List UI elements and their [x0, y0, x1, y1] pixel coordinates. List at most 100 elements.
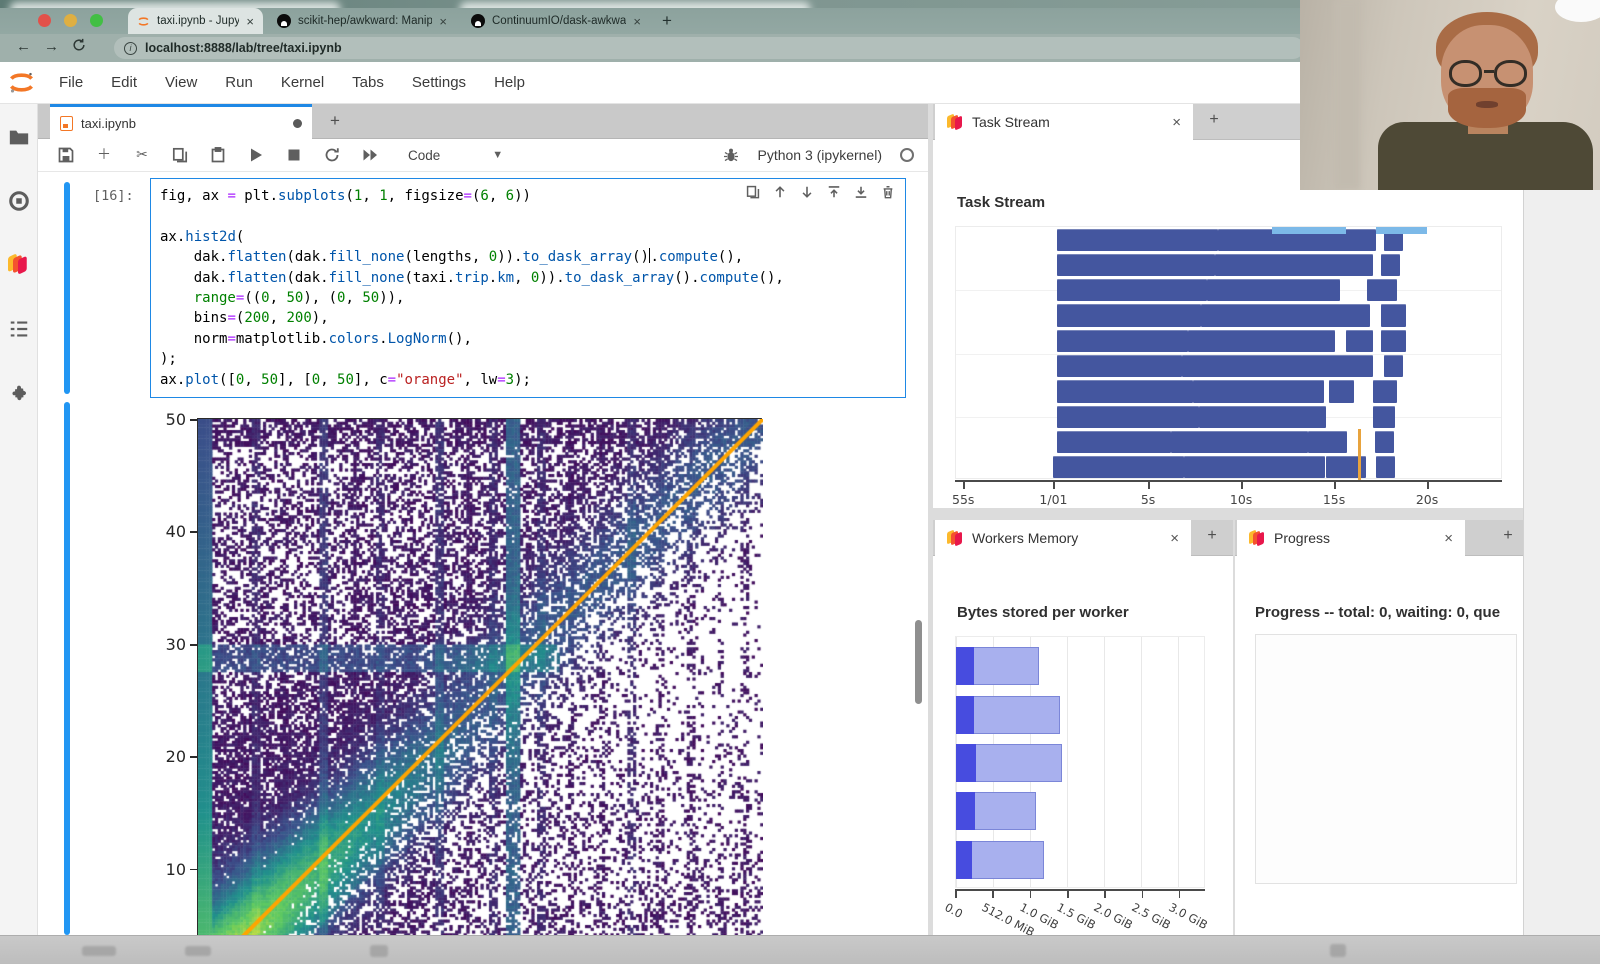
close-panel-icon[interactable]: × — [1172, 115, 1181, 130]
new-panel-button[interactable]: + — [1201, 527, 1223, 545]
worker-memory-bar — [956, 841, 1204, 879]
close-tab-icon[interactable]: × — [633, 15, 641, 28]
code-line: fig, ax = plt.subplots(1, 1, figsize=(6,… — [160, 186, 784, 206]
site-info-icon[interactable]: i — [124, 42, 137, 55]
task-bar — [1207, 279, 1341, 301]
y-tick-label: 10 — [146, 860, 186, 879]
notebook-scrollbar-thumb[interactable] — [915, 620, 922, 704]
menu-file[interactable]: File — [45, 74, 97, 91]
x-tick-label: 3.0 GiB — [1166, 900, 1210, 932]
notebook-tab[interactable]: taxi.ipynb — [50, 104, 312, 139]
browser-tab-awkward[interactable]: scikit-hep/awkward: Manipulat × — [268, 8, 456, 34]
menu-help[interactable]: Help — [480, 74, 539, 91]
task-bar — [1201, 304, 1370, 326]
table-of-contents-icon[interactable] — [8, 318, 30, 340]
close-tab-icon[interactable]: × — [439, 15, 447, 28]
save-icon[interactable] — [58, 147, 74, 163]
task-stream-row — [956, 279, 1501, 301]
delete-cell-icon[interactable] — [881, 185, 895, 199]
task-bar — [1057, 380, 1193, 402]
task-bar — [1057, 304, 1201, 326]
cell-prompt: [16]: — [93, 188, 134, 204]
task-bar — [1381, 254, 1400, 276]
x-tick-label: 55s — [952, 492, 974, 507]
webcam-overlay — [1300, 0, 1600, 190]
move-cell-up-icon[interactable] — [773, 185, 787, 199]
workers-memory-title: Bytes stored per worker — [957, 604, 1129, 621]
zoom-window-button[interactable] — [90, 14, 103, 27]
move-cell-down-icon[interactable] — [800, 185, 814, 199]
browser-tab-title: scikit-hep/awkward: Manipulat — [298, 15, 432, 27]
url-field[interactable]: i localhost:8888/lab/tree/taxi.ipynb — [114, 37, 1304, 59]
browser-tab-jupyterlab[interactable]: taxi.ipynb - JupyterLab × — [128, 8, 263, 34]
restart-run-all-icon[interactable] — [362, 147, 378, 163]
new-panel-button[interactable]: + — [1497, 527, 1519, 545]
kernel-name[interactable]: Python 3 (ipykernel) — [757, 147, 882, 163]
menu-settings[interactable]: Settings — [398, 74, 480, 91]
cell-type-dropdown[interactable]: Code — [408, 148, 440, 163]
task-bar — [1057, 330, 1188, 352]
background-doorframe — [1334, 0, 1360, 190]
debugger-bug-icon[interactable] — [723, 147, 739, 163]
code-text: fig, ax = plt.subplots(1, 1, figsize=(6,… — [160, 186, 784, 390]
new-panel-button[interactable]: + — [1203, 111, 1225, 129]
copy-cells-icon[interactable] — [172, 147, 188, 163]
chevron-down-icon[interactable]: ▼ — [492, 149, 503, 161]
jupyter-logo — [8, 69, 35, 96]
paste-cells-icon[interactable] — [210, 147, 226, 163]
hist2d-figure: 5040302010 — [197, 418, 762, 935]
y-tick-label: 50 — [146, 410, 186, 429]
notebook-file-icon — [60, 116, 73, 131]
reload-button[interactable] — [72, 38, 86, 56]
task-bar — [1329, 380, 1354, 402]
file-browser-icon[interactable] — [8, 126, 30, 148]
restart-kernel-icon[interactable] — [324, 147, 340, 163]
code-cell-editor[interactable]: fig, ax = plt.subplots(1, 1, figsize=(6,… — [150, 178, 906, 398]
kernel-status-icon[interactable] — [900, 148, 914, 162]
close-window-button[interactable] — [38, 14, 51, 27]
close-panel-icon[interactable]: × — [1170, 531, 1179, 546]
running-kernels-icon[interactable] — [8, 190, 30, 212]
task-stream-row — [956, 304, 1501, 326]
x-tick-label: 1.5 GiB — [1054, 900, 1098, 932]
run-cell-icon[interactable] — [248, 147, 264, 163]
back-button[interactable]: ← — [16, 38, 31, 55]
url-text: localhost:8888/lab/tree/taxi.ipynb — [145, 41, 342, 55]
unsaved-dot-icon — [293, 119, 302, 128]
new-tab-button[interactable]: + — [662, 11, 672, 31]
task-bar — [1375, 431, 1394, 453]
output-collapser[interactable] — [64, 402, 70, 935]
notebook-tabbar: taxi.ipynb + — [38, 104, 928, 139]
stop-kernel-icon[interactable] — [286, 147, 302, 163]
workers-memory-tab[interactable]: Workers Memory × — [935, 520, 1191, 556]
tab-title: Task Stream — [972, 114, 1163, 130]
minimize-window-button[interactable] — [64, 14, 77, 27]
x-tick-label: 15s — [1323, 492, 1345, 507]
task-bar-orange-marker — [1358, 429, 1361, 480]
menu-edit[interactable]: Edit — [97, 74, 151, 91]
insert-cell-above-icon[interactable] — [827, 185, 841, 199]
dask-sidebar-icon[interactable] — [8, 254, 30, 276]
cell-collapser[interactable] — [64, 182, 70, 394]
browser-tab-dask-awkward[interactable]: ContinuumIO/dask-awkward: N × — [462, 8, 650, 34]
cut-cells-icon[interactable]: ✂ — [134, 147, 150, 163]
insert-cell-below-icon[interactable] — [854, 185, 868, 199]
close-panel-icon[interactable]: × — [1444, 531, 1453, 546]
code-line — [160, 206, 784, 226]
menu-run[interactable]: Run — [211, 74, 267, 91]
menu-kernel[interactable]: Kernel — [267, 74, 338, 91]
progress-tab[interactable]: Progress × — [1237, 520, 1465, 556]
menu-view[interactable]: View — [151, 74, 211, 91]
worker-memory-bar — [956, 647, 1204, 685]
close-tab-icon[interactable]: × — [246, 15, 254, 28]
insert-cell-icon[interactable]: ＋ — [96, 147, 112, 163]
worker-memory-bar — [956, 792, 1204, 830]
new-launcher-button[interactable]: + — [330, 111, 340, 131]
notebook-toolbar: ＋ ✂ Code ▼ Python 3 (ipykernel) — [38, 139, 928, 172]
task-stream-tab[interactable]: Task Stream × — [935, 104, 1193, 140]
duplicate-cell-icon[interactable] — [746, 185, 760, 199]
menu-tabs[interactable]: Tabs — [338, 74, 398, 91]
extensions-icon[interactable] — [8, 384, 30, 406]
forward-button[interactable]: → — [44, 38, 59, 55]
glasses-left-lens — [1449, 60, 1482, 87]
